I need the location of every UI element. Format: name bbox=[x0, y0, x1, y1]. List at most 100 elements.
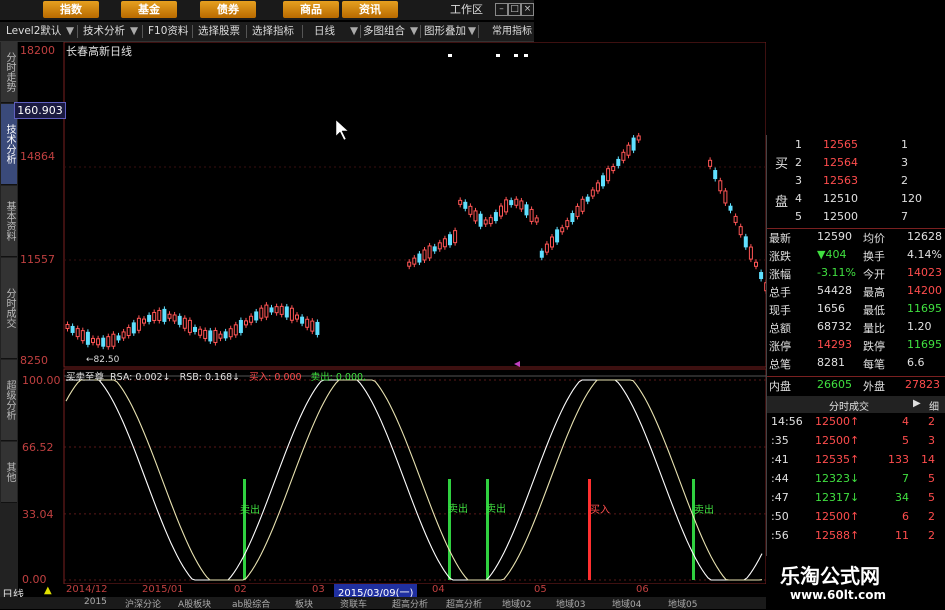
triangle-up-icon[interactable]: ▲ bbox=[44, 585, 52, 596]
bottom-tab[interactable]: 地域04 bbox=[612, 597, 641, 610]
order-book-row[interactable]: 5 12500 7 bbox=[767, 210, 945, 228]
candle bbox=[80, 330, 85, 342]
trade-count: 2 bbox=[928, 510, 935, 523]
sidebar-tab-other[interactable]: 其他 bbox=[1, 442, 17, 503]
indicator-legend: 买卖至尊 RSA: 0.002↓ RSB: 0.168↓ 买入: 0.000 卖… bbox=[66, 369, 366, 383]
toolbar-select-indicator[interactable]: 选择指标 bbox=[252, 22, 294, 41]
trade-row[interactable]: :50 12500↑ 6 2 bbox=[767, 510, 945, 528]
quote-panel: 买 盘 1 12565 1 2 12564 3 3 12563 2 4 12510 120 5 12500… bbox=[766, 135, 945, 609]
nav-button-bond[interactable]: 债券 bbox=[200, 1, 256, 18]
indicator-frame bbox=[63, 368, 766, 584]
sidebar-tab-trades[interactable]: 分时成交 bbox=[1, 258, 17, 359]
trade-row[interactable]: :41 12535↑ 133 14 bbox=[767, 453, 945, 471]
signal-bar-sell bbox=[448, 479, 451, 580]
bottom-tab[interactable]: 地域02 bbox=[502, 597, 531, 610]
trades-header[interactable]: 分时成交 ▶ 细 bbox=[767, 396, 945, 413]
dropdown-icon[interactable]: ▼ bbox=[410, 22, 418, 41]
quote-stat-row: 总手 54428 最高 14200 bbox=[767, 284, 945, 302]
order-book-row[interactable]: 2 12564 3 bbox=[767, 156, 945, 174]
stat-value: 12590 bbox=[817, 230, 852, 243]
toolbar-f10[interactable]: F10资料 bbox=[148, 22, 188, 41]
bottom-tab[interactable]: A股板块 bbox=[178, 597, 211, 610]
bottom-tab[interactable]: 板块 bbox=[295, 597, 313, 610]
dropdown-icon[interactable]: ▼ bbox=[66, 22, 74, 41]
outer-label: 外盘 bbox=[863, 380, 885, 393]
toolbar-multi-chart[interactable]: 多图组合 bbox=[363, 22, 405, 41]
toolbar-period[interactable]: 日线 bbox=[314, 22, 335, 41]
bottom-tab[interactable]: 地域03 bbox=[556, 597, 585, 610]
trades-detail-button[interactable]: 细 bbox=[929, 398, 939, 413]
bottom-tab[interactable]: 地域05 bbox=[668, 597, 697, 610]
candle bbox=[534, 217, 539, 223]
candle bbox=[733, 215, 738, 223]
order-book-row[interactable]: 4 12510 120 bbox=[767, 192, 945, 210]
nav-button-commodity[interactable]: 商品 bbox=[283, 1, 339, 18]
price-tick: 8250 bbox=[20, 354, 48, 367]
maximize-icon[interactable]: □ bbox=[508, 3, 521, 16]
toolbar-overlay[interactable]: 图形叠加 bbox=[424, 22, 466, 41]
candle bbox=[427, 245, 432, 259]
toolbar-common-indicators[interactable]: 常用指标 bbox=[492, 22, 532, 41]
bottom-tab[interactable]: ab股综合 bbox=[232, 597, 270, 610]
candle bbox=[555, 229, 560, 243]
bottom-tab[interactable]: 资联车 bbox=[340, 597, 367, 610]
toolbar-select-stock[interactable]: 选择股票 bbox=[198, 22, 240, 41]
candle bbox=[759, 272, 764, 280]
play-icon[interactable]: ▶ bbox=[913, 398, 921, 409]
dropdown-icon[interactable]: ▼ bbox=[468, 22, 476, 41]
sidebar-tab-intraday[interactable]: 分时走势 bbox=[1, 42, 17, 103]
top-nav: 指数 基金 债券 商品 资讯 工作区 – □ × bbox=[0, 0, 534, 20]
order-volume: 120 bbox=[901, 192, 922, 205]
nav-button-fund[interactable]: 基金 bbox=[121, 1, 177, 18]
toolbar-level2-default[interactable]: Level2默认 bbox=[6, 22, 61, 41]
stat-value: 1656 bbox=[817, 302, 845, 315]
watermark-url: www.60lt.com bbox=[790, 588, 887, 602]
candle bbox=[570, 213, 575, 223]
candle bbox=[126, 327, 131, 337]
signal-bar-sell bbox=[486, 479, 489, 580]
trade-row[interactable]: :44 12323↓ 7 5 bbox=[767, 472, 945, 490]
trade-row[interactable]: :56 12588↑ 11 2 bbox=[767, 529, 945, 547]
stat-value: 11695 bbox=[907, 302, 942, 315]
minimize-icon[interactable]: – bbox=[495, 3, 508, 16]
toolbar-technical-analysis[interactable]: 技术分析 bbox=[83, 22, 125, 41]
candle bbox=[718, 180, 723, 192]
dropdown-icon[interactable]: ▼ bbox=[350, 22, 358, 41]
dropdown-icon[interactable]: ▼ bbox=[130, 22, 138, 41]
trade-row[interactable]: 14:56 12500↑ 4 2 bbox=[767, 415, 945, 433]
stat-value: 1.20 bbox=[907, 320, 932, 333]
candle bbox=[264, 304, 269, 318]
nav-button-index[interactable]: 指数 bbox=[43, 1, 99, 18]
stat-label: 涨跌 bbox=[769, 250, 791, 263]
candle bbox=[606, 168, 611, 182]
close-icon[interactable]: × bbox=[521, 3, 534, 16]
bottom-tab[interactable]: 超高分析 bbox=[446, 597, 482, 610]
trade-row[interactable]: :35 12500↑ 5 3 bbox=[767, 434, 945, 452]
price-tick: 18200 bbox=[20, 44, 55, 57]
candle bbox=[713, 170, 718, 180]
sidebar-tab-super-analysis[interactable]: 超级分析 bbox=[1, 360, 17, 441]
bottom-tab[interactable]: 2015 bbox=[84, 597, 107, 607]
bottom-tab[interactable]: 沪深分论 bbox=[125, 597, 161, 610]
candle bbox=[284, 306, 289, 318]
order-book-row[interactable]: 3 12563 2 bbox=[767, 174, 945, 192]
stat-label: 最新 bbox=[769, 232, 791, 245]
bottom-tab[interactable]: 超高分析 bbox=[392, 597, 428, 610]
sidebar-tab-basic-info[interactable]: 基本资料 bbox=[1, 186, 17, 257]
candle bbox=[417, 253, 422, 263]
low-price-label: ←82.50 bbox=[86, 355, 120, 365]
order-book-row[interactable]: 1 12565 1 bbox=[767, 138, 945, 156]
candle bbox=[601, 175, 605, 187]
nav-button-news[interactable]: 资讯 bbox=[342, 1, 398, 18]
candle bbox=[249, 315, 254, 323]
indicator-grid bbox=[64, 379, 766, 581]
chart-area[interactable] bbox=[18, 42, 766, 584]
stat-label: 总额 bbox=[769, 322, 791, 335]
trade-row[interactable]: :47 12317↓ 34 5 bbox=[767, 491, 945, 509]
candle bbox=[274, 306, 279, 314]
candle bbox=[448, 234, 452, 246]
order-price: 12500 bbox=[823, 210, 858, 223]
candle bbox=[473, 210, 478, 222]
candle bbox=[631, 137, 636, 151]
indicator-ytick: 100.00 bbox=[22, 374, 61, 387]
